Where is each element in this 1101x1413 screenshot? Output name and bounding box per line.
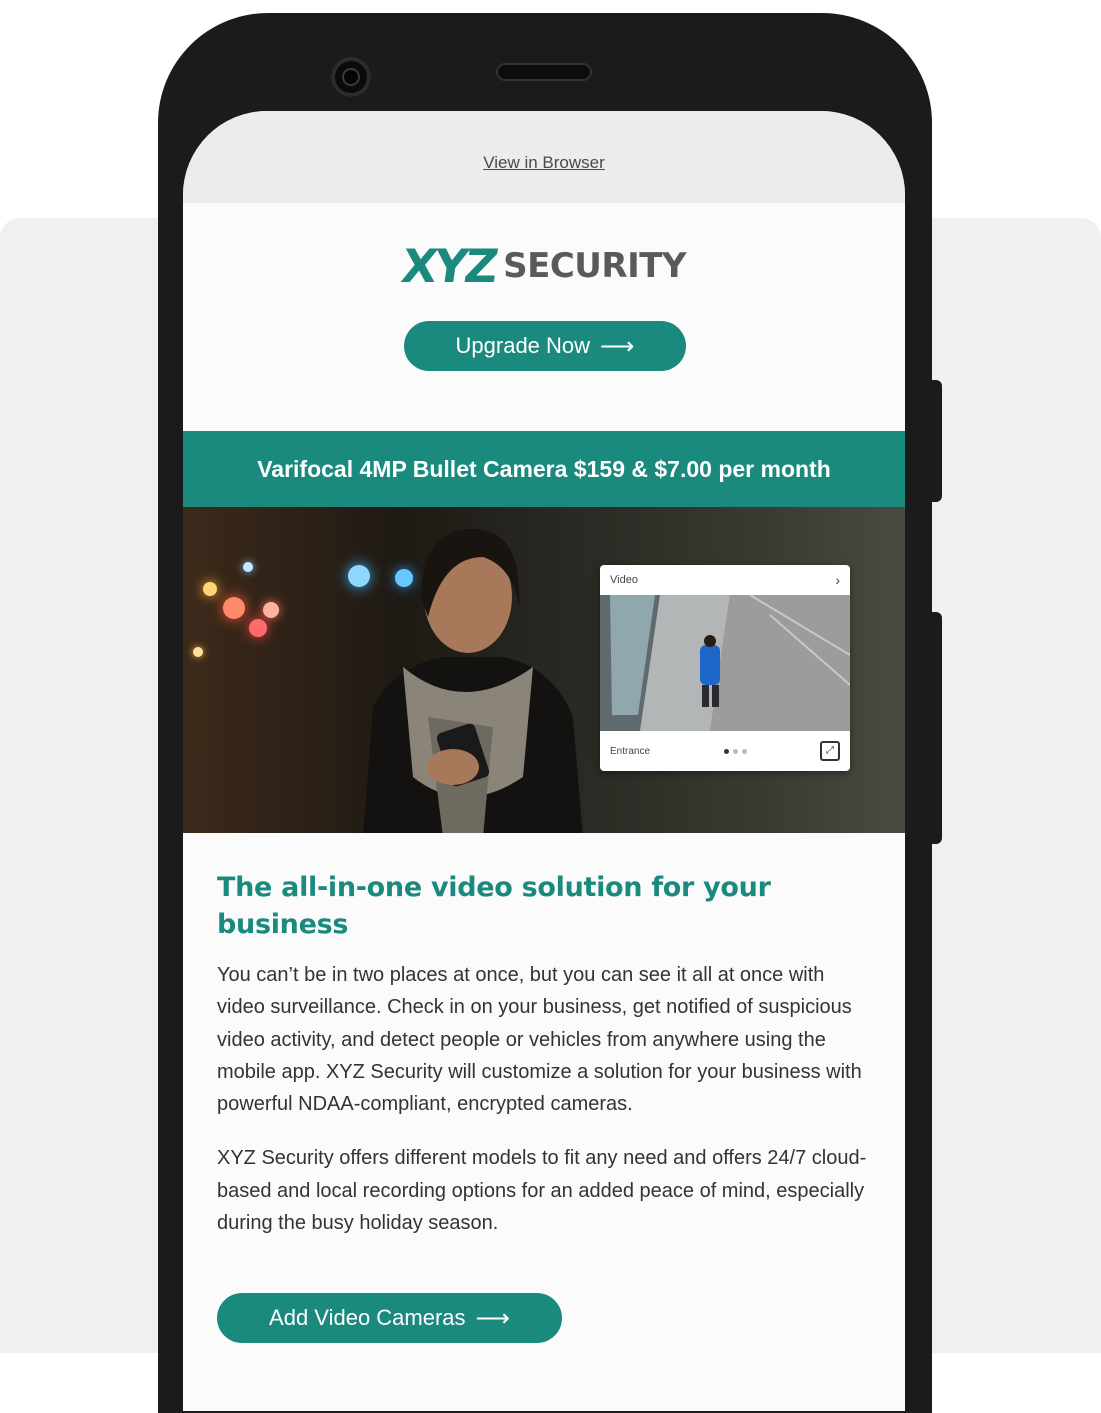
- logo-mark: XYZ: [398, 239, 499, 293]
- hero-image: Video › Entrance ⤢: [183, 507, 905, 833]
- headline: The all-in-one video solution for your b…: [217, 872, 771, 940]
- view-in-browser-link[interactable]: View in Browser: [483, 153, 605, 173]
- arrow-right-icon: ⟶: [475, 1304, 510, 1332]
- front-camera-icon: [331, 57, 371, 97]
- email-body: The all-in-one video solution for your b…: [217, 869, 877, 1261]
- bokeh-light: [203, 582, 217, 596]
- video-feed-image: [600, 594, 850, 731]
- bokeh-light: [193, 647, 203, 657]
- preheader-bar: View in Browser: [183, 111, 905, 203]
- video-card-footer: Entrance ⤢: [600, 731, 850, 771]
- upgrade-now-label: Upgrade Now: [455, 333, 591, 358]
- add-video-cameras-label: Add Video Cameras: [269, 1305, 466, 1330]
- arrow-right-icon: ⟶: [600, 332, 635, 360]
- body-paragraph-2: XYZ Security offers different models to …: [217, 1147, 867, 1235]
- pagination-dots[interactable]: [722, 746, 749, 757]
- promo-banner-text: Varifocal 4MP Bullet Camera $159 & $7.00…: [257, 455, 831, 482]
- logo-word: SECURITY: [503, 246, 687, 286]
- storefront-scene: [600, 594, 850, 731]
- chevron-right-icon: ›: [835, 572, 840, 588]
- bokeh-light: [243, 562, 253, 572]
- camera-name-label: Entrance: [610, 745, 651, 757]
- speaker-grille: [496, 63, 592, 81]
- video-card-header: Video ›: [600, 565, 850, 595]
- video-feed-card[interactable]: Video › Entrance ⤢: [600, 565, 850, 771]
- phone-frame: View in Browser XYZ SECURITY Upgrade Now…: [158, 13, 932, 1413]
- add-video-cameras-button[interactable]: Add Video Cameras ⟶: [217, 1293, 562, 1343]
- bokeh-light: [263, 602, 279, 618]
- video-card-title: Video: [610, 574, 638, 586]
- bokeh-light: [223, 597, 245, 619]
- expand-icon[interactable]: ⤢: [820, 741, 840, 761]
- body-paragraph-1: You can’t be in two places at once, but …: [217, 964, 862, 1116]
- upgrade-now-button[interactable]: Upgrade Now ⟶: [404, 321, 686, 371]
- xyz-security-logo: XYZ SECURITY: [183, 239, 905, 293]
- promo-banner: Varifocal 4MP Bullet Camera $159 & $7.00…: [183, 431, 905, 507]
- woman-with-phone: [363, 528, 583, 833]
- email-screen: View in Browser XYZ SECURITY Upgrade Now…: [183, 111, 905, 1411]
- bokeh-light: [249, 619, 267, 637]
